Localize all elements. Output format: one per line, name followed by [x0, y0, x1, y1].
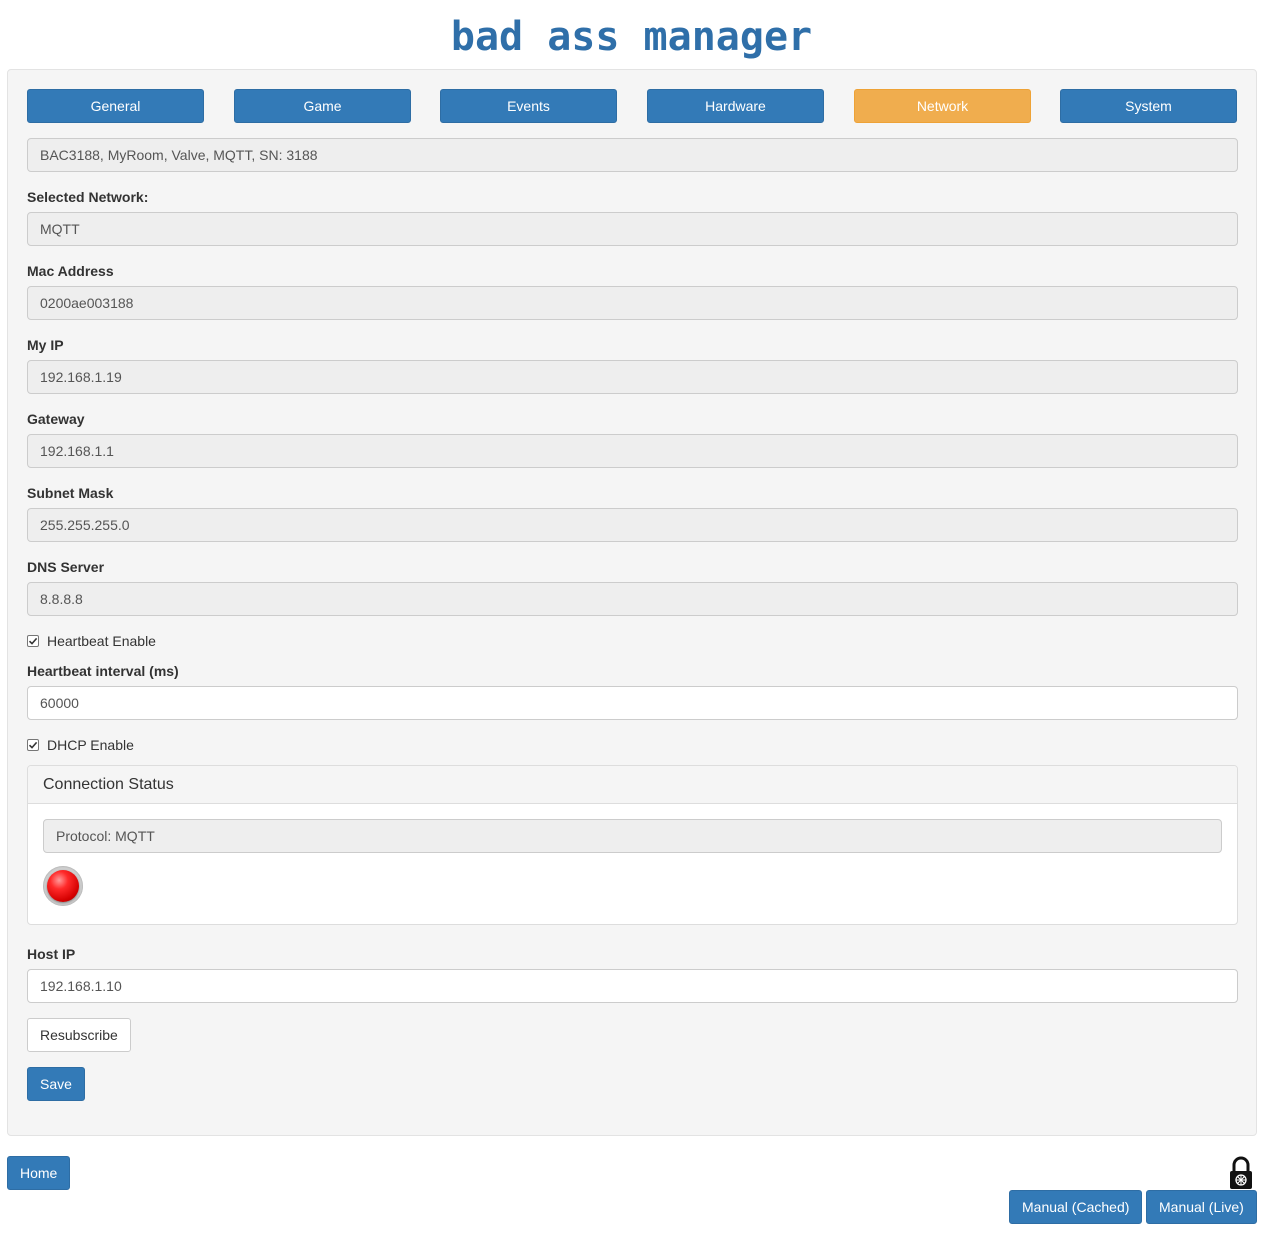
heartbeat-enable-checkbox[interactable]	[27, 635, 39, 647]
my-ip-field: 192.168.1.19	[27, 360, 1238, 394]
manual-cached-button[interactable]: Manual (Cached)	[1009, 1190, 1143, 1224]
home-button[interactable]: Home	[7, 1156, 71, 1190]
dhcp-enable-row: DHCP Enable	[27, 736, 134, 754]
connection-status-panel: Connection Status Protocol: MQTT	[27, 765, 1238, 925]
tab-events[interactable]: Events	[440, 89, 617, 123]
mac-address-field: 0200ae003188	[27, 286, 1238, 320]
dhcp-enable-label: DHCP Enable	[47, 737, 134, 753]
heartbeat-interval-input[interactable]: 60000	[27, 686, 1238, 720]
subnet-mask-field: 255.255.255.0	[27, 508, 1238, 542]
tab-system[interactable]: System	[1060, 89, 1237, 123]
subnet-mask-label: Subnet Mask	[27, 485, 114, 501]
connection-status-heading: Connection Status	[28, 766, 1237, 804]
tab-network[interactable]: Network	[854, 89, 1031, 123]
heartbeat-interval-label: Heartbeat interval (ms)	[27, 663, 179, 679]
red-status-led-icon	[43, 866, 83, 906]
tab-bar: General Game Events Hardware Network Sys…	[27, 89, 1238, 123]
resubscribe-button[interactable]: Resubscribe	[27, 1018, 131, 1052]
dhcp-enable-checkbox[interactable]	[27, 739, 39, 751]
device-summary-field: BAC3188, MyRoom, Valve, MQTT, SN: 3188	[27, 138, 1238, 172]
host-ip-input[interactable]: 192.168.1.10	[27, 969, 1238, 1003]
network-settings-panel: General Game Events Hardware Network Sys…	[7, 69, 1257, 1136]
app-title: bad ass manager	[450, 14, 813, 60]
selected-network-label: Selected Network:	[27, 189, 149, 205]
gateway-field: 192.168.1.1	[27, 434, 1238, 468]
checkmark-icon	[28, 741, 38, 749]
tab-hardware[interactable]: Hardware	[647, 89, 824, 123]
dns-server-field: 8.8.8.8	[27, 582, 1238, 616]
status-led-core	[47, 870, 79, 902]
my-ip-label: My IP	[27, 337, 64, 353]
gateway-label: Gateway	[27, 411, 85, 427]
tab-general[interactable]: General	[27, 89, 204, 123]
host-ip-label: Host IP	[27, 946, 76, 962]
tab-game[interactable]: Game	[234, 89, 411, 123]
heartbeat-enable-row: Heartbeat Enable	[27, 632, 156, 650]
protocol-field: Protocol: MQTT	[43, 819, 1222, 853]
mac-address-label: Mac Address	[27, 263, 114, 279]
selected-network-field: MQTT	[27, 212, 1238, 246]
dns-server-label: DNS Server	[27, 559, 105, 575]
save-button[interactable]: Save	[27, 1067, 85, 1101]
padlock-icon[interactable]	[1228, 1156, 1254, 1190]
manual-live-button[interactable]: Manual (Live)	[1146, 1190, 1257, 1224]
checkmark-icon	[28, 637, 38, 645]
heartbeat-enable-label: Heartbeat Enable	[47, 633, 156, 649]
